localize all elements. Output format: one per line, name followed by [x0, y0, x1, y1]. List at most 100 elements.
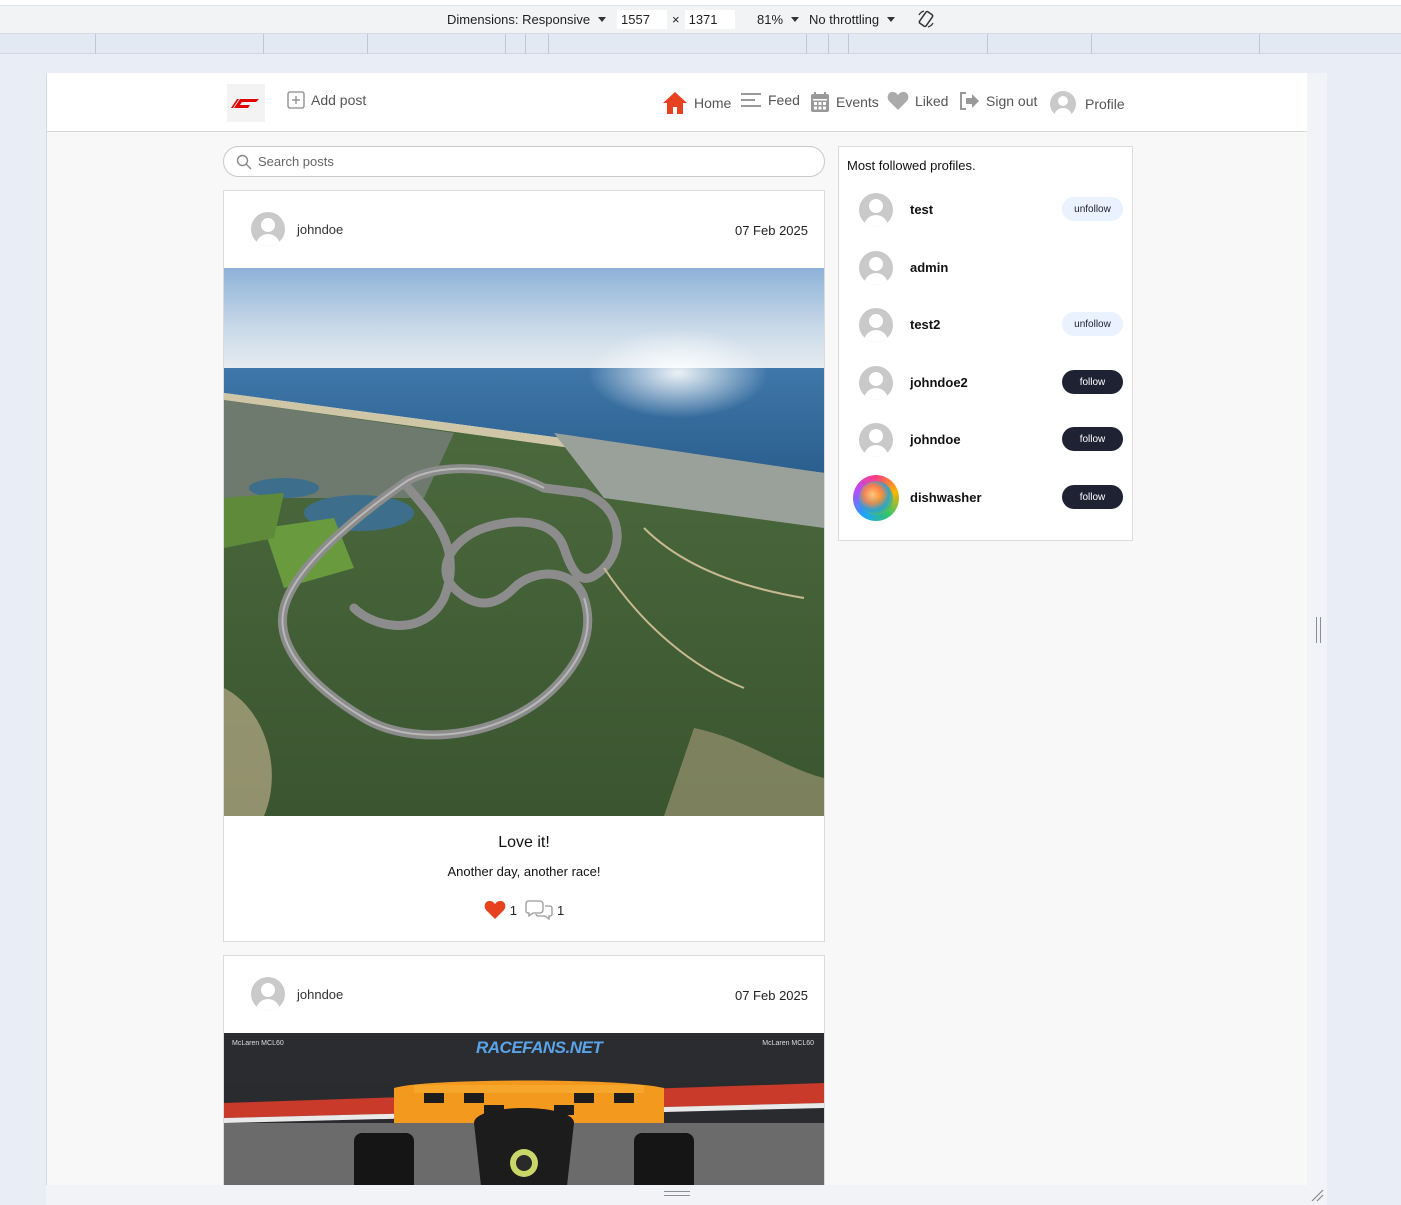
- sidebar-title: Most followed profiles.: [847, 158, 976, 173]
- chevron-down-icon: [791, 17, 800, 22]
- add-post-link[interactable]: Add post: [287, 91, 366, 109]
- viewport-size-inputs: ×: [617, 10, 735, 29]
- search-bar: [223, 146, 825, 177]
- navbar: Add post Home Feed Events Liked Sign out: [47, 73, 1307, 132]
- devtools-device-toolbar: Dimensions: Responsive × 81% No throttli…: [0, 0, 1401, 34]
- racetrack-aerial-photo: [224, 268, 824, 816]
- image-watermark: RACEFANS.NET: [476, 1038, 603, 1057]
- avatar[interactable]: [853, 475, 899, 521]
- ruler-tick: [525, 34, 526, 54]
- search-input[interactable]: [258, 154, 798, 169]
- post-owner[interactable]: johndoe: [297, 987, 343, 1002]
- profile-name[interactable]: johndoe2: [910, 375, 968, 390]
- avatar[interactable]: [251, 212, 285, 246]
- avatar: [1050, 91, 1076, 117]
- image-caption-right: McLaren MCL60: [762, 1040, 814, 1047]
- calendar-icon: [811, 92, 829, 112]
- nav-feed-label: Feed: [768, 92, 800, 108]
- post-stats: 1 1: [224, 899, 824, 921]
- unfollow-button[interactable]: unfollow: [1062, 312, 1123, 336]
- ruler-tick: [828, 34, 829, 54]
- search-icon: [236, 154, 252, 169]
- avatar[interactable]: [859, 423, 893, 457]
- ruler-tick: [95, 34, 96, 54]
- post-image[interactable]: [224, 268, 824, 816]
- nav-home[interactable]: Home: [662, 91, 731, 115]
- size-separator: ×: [672, 12, 680, 27]
- devtools-top-strip: [0, 0, 1401, 6]
- post-card: johndoe 07 Feb 2025 Love it! Another day…: [223, 190, 825, 942]
- resize-corner-icon[interactable]: [1310, 1188, 1324, 1202]
- unfollow-button[interactable]: unfollow: [1062, 197, 1123, 221]
- home-icon: [663, 92, 687, 114]
- resize-handle-right[interactable]: [1316, 617, 1321, 643]
- follow-button[interactable]: follow: [1062, 427, 1123, 451]
- likes-count: 1: [509, 902, 517, 918]
- post-card: johndoe 07 Feb 2025 McLaren MCL60 McLare…: [223, 955, 825, 1185]
- post-owner[interactable]: johndoe: [297, 222, 343, 237]
- resize-handle-bottom[interactable]: [664, 1191, 690, 1196]
- profile-row: test unfollow: [839, 185, 1132, 235]
- avatar[interactable]: [859, 366, 893, 400]
- profile-name[interactable]: test2: [910, 317, 940, 332]
- nav-sign-out[interactable]: Sign out: [958, 91, 1037, 111]
- chevron-down-icon: [887, 17, 896, 22]
- profile-row: dishwasher follow: [839, 473, 1132, 523]
- nav-feed[interactable]: Feed: [740, 91, 800, 109]
- post-date: 07 Feb 2025: [734, 223, 808, 238]
- comments-icon[interactable]: [525, 899, 553, 921]
- heart-icon[interactable]: [484, 900, 506, 920]
- plus-square-icon: [287, 91, 305, 109]
- avatar[interactable]: [859, 251, 893, 285]
- ruler-tick: [848, 34, 849, 54]
- most-followed-profiles: Most followed profiles. test unfollow ad…: [838, 146, 1133, 541]
- heart-icon: [887, 91, 909, 110]
- zoom-dropdown[interactable]: 81%: [757, 12, 800, 27]
- nav-home-label: Home: [694, 95, 732, 111]
- ruler-tick: [548, 34, 549, 54]
- rotate-button[interactable]: [916, 9, 936, 29]
- viewport-height-input[interactable]: [684, 10, 735, 29]
- ruler-tick: [1259, 34, 1260, 54]
- chevron-down-icon: [598, 17, 607, 22]
- add-post-label: Add post: [311, 92, 367, 108]
- profile-row: johndoe2 follow: [839, 358, 1132, 408]
- f1-logo[interactable]: [227, 84, 265, 122]
- dimensions-dropdown[interactable]: Dimensions: Responsive: [447, 12, 607, 27]
- profile-row: johndoe follow: [839, 415, 1132, 465]
- nav-sign-out-label: Sign out: [986, 93, 1038, 109]
- post-content: Another day, another race!: [447, 864, 601, 879]
- avatar[interactable]: [859, 308, 893, 342]
- post-date: 07 Feb 2025: [734, 988, 808, 1003]
- sign-out-icon: [960, 92, 979, 110]
- f1-logo-icon: [231, 99, 259, 108]
- follow-button[interactable]: follow: [1062, 485, 1123, 509]
- comments-count: 1: [557, 902, 565, 918]
- emulated-viewport: Add post Home Feed Events Liked Sign out: [46, 73, 1307, 1185]
- ruler-tick: [263, 34, 264, 54]
- ruler-tick: [987, 34, 988, 54]
- rotate-icon: [918, 10, 934, 28]
- avatar[interactable]: [251, 977, 285, 1011]
- media-query-ruler: [0, 34, 1401, 54]
- profile-row: test2 unfollow: [839, 300, 1132, 350]
- nav-events-label: Events: [836, 94, 879, 110]
- ruler-tick: [1091, 34, 1092, 54]
- post-image[interactable]: McLaren MCL60 McLaren MCL60 RACEFANS.NET: [224, 1033, 824, 1185]
- follow-button[interactable]: follow: [1062, 370, 1123, 394]
- post-header: johndoe 07 Feb 2025: [224, 191, 824, 268]
- ruler-tick: [806, 34, 807, 54]
- nav-profile[interactable]: Profile: [1050, 91, 1125, 117]
- profile-name[interactable]: admin: [910, 260, 948, 275]
- viewport-width-input[interactable]: [617, 10, 667, 29]
- throttling-dropdown[interactable]: No throttling: [809, 12, 896, 27]
- nav-events[interactable]: Events: [810, 91, 879, 113]
- ruler-tick: [367, 34, 368, 54]
- nav-profile-label: Profile: [1085, 96, 1125, 112]
- image-caption-left: McLaren MCL60: [232, 1040, 284, 1047]
- nav-liked[interactable]: Liked: [887, 91, 948, 111]
- profile-name[interactable]: johndoe: [910, 432, 961, 447]
- profile-name[interactable]: test: [910, 202, 933, 217]
- avatar[interactable]: [859, 193, 893, 227]
- profile-name[interactable]: dishwasher: [910, 490, 982, 505]
